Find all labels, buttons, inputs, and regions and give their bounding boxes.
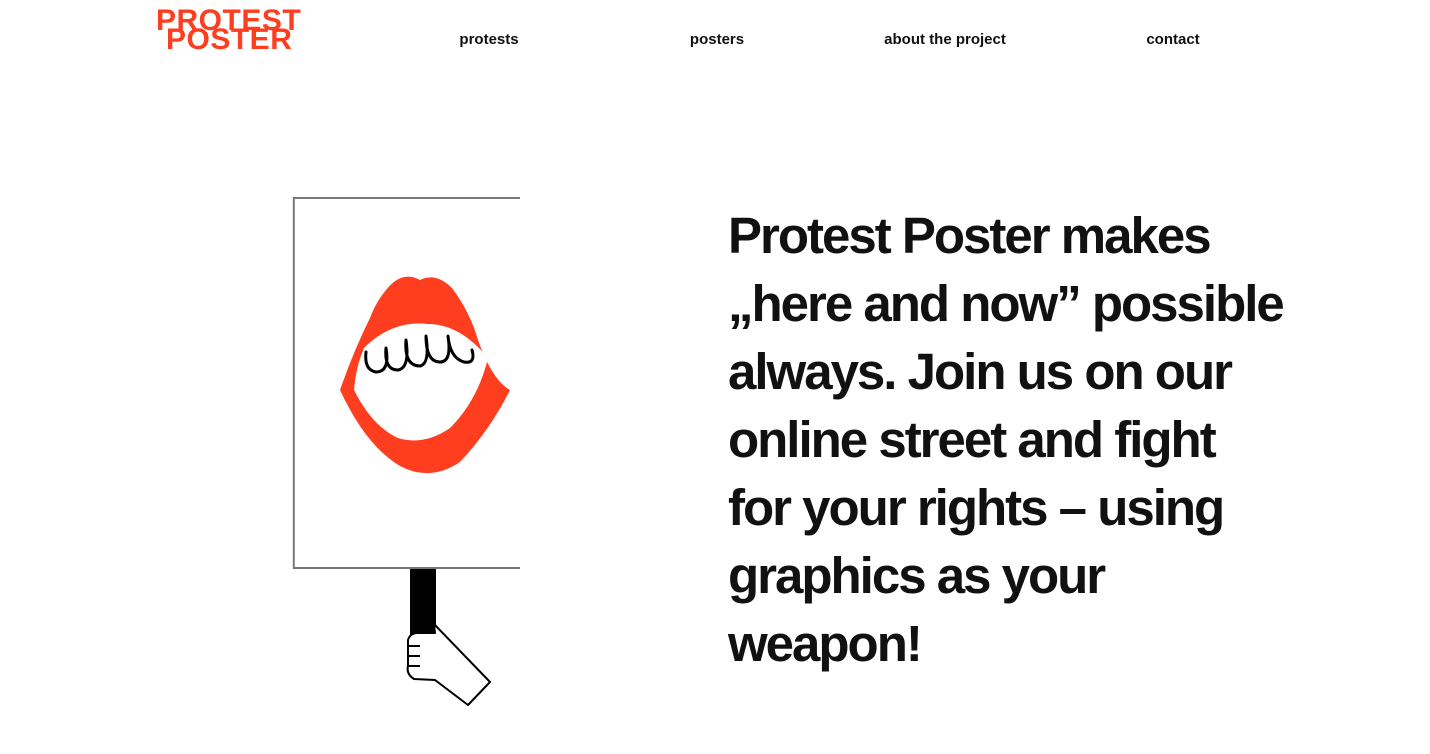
site-logo[interactable]: PROTEST POSTER [156,6,336,56]
nav-link-protests[interactable]: protests [459,31,518,49]
nav-link-contact[interactable]: contact [1146,31,1199,49]
protest-sign-illustration [280,190,543,710]
hand-icon [406,623,491,706]
hero-headline: Protest Poster makes „here and now” poss… [728,207,1285,672]
protest-sign-svg [292,197,543,706]
sign-stick [410,569,436,641]
page: PROTEST POSTER protests posters about th… [0,0,1430,754]
nav-link-about[interactable]: about the project [884,31,1006,49]
nav-link-posters[interactable]: posters [690,31,744,49]
logo-line-2: POSTER [166,23,293,56]
